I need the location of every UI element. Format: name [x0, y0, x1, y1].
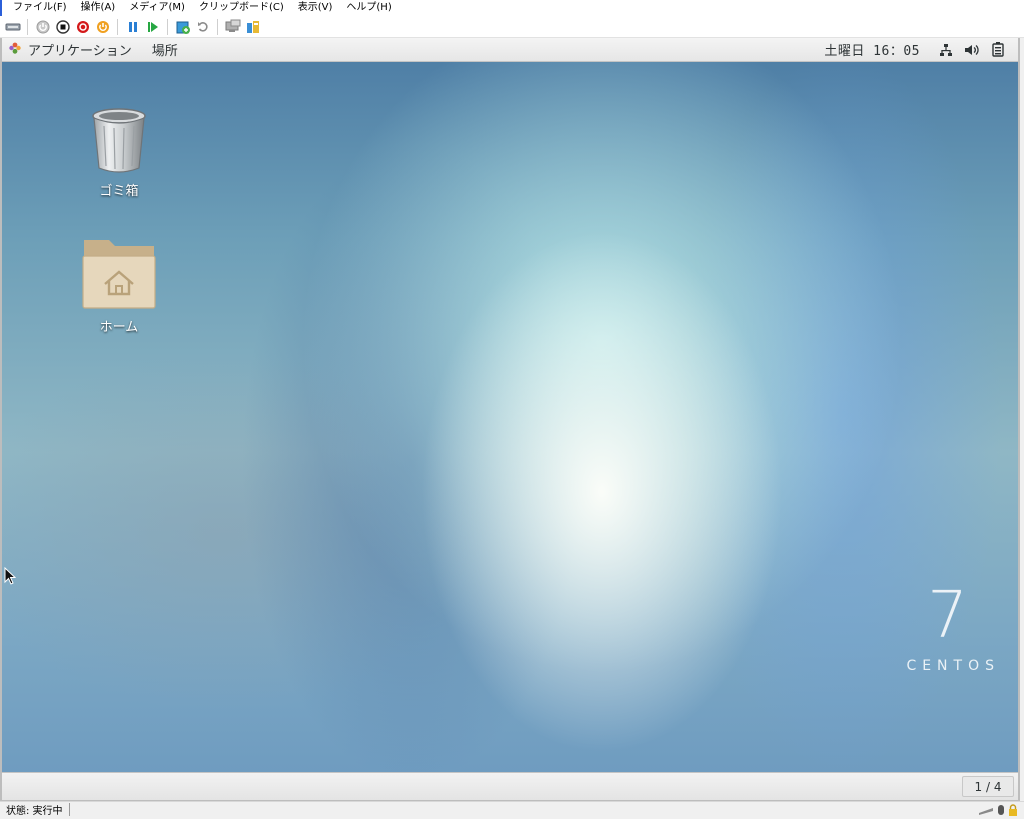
enhanced-session-icon[interactable] [224, 18, 241, 35]
home-folder-icon [81, 234, 157, 314]
ctrl-alt-del-icon[interactable] [4, 18, 21, 35]
share-icon[interactable] [244, 18, 261, 35]
home-item[interactable]: ホーム [69, 234, 169, 335]
turn-off-icon[interactable] [54, 18, 71, 35]
system-tray: 土曜日 16：05 [824, 40, 1018, 59]
vm-status: 状態: 実行中 [6, 806, 63, 817]
start-icon[interactable] [34, 18, 51, 35]
workspace-switcher[interactable]: 1 / 4 [962, 776, 1014, 797]
menu-view[interactable]: 表示(V) [291, 0, 340, 16]
brand-version: 7 [927, 579, 968, 653]
host-toolbar [0, 16, 1024, 38]
volume-icon[interactable] [964, 42, 980, 58]
status-separator [68, 803, 70, 816]
revert-icon[interactable] [194, 18, 211, 35]
centos-branding: 7 CENTOS [906, 584, 1000, 674]
trash-label: ゴミ箱 [99, 184, 139, 199]
clock[interactable]: 土曜日 16：05 [824, 40, 920, 59]
trash-item[interactable]: ゴミ箱 [69, 106, 169, 199]
brand-name: CENTOS [906, 658, 1000, 674]
resume-icon[interactable] [144, 18, 161, 35]
shut-down-icon[interactable] [74, 18, 91, 35]
menu-file[interactable]: ファイル(F) [6, 0, 74, 16]
gnome-foot-icon [8, 41, 22, 59]
window-accent [0, 0, 2, 16]
guest-bottom-panel: 1 / 4 [2, 772, 1018, 800]
network-icon[interactable] [938, 42, 954, 58]
keyboard-icon [978, 805, 994, 818]
menu-clipboard[interactable]: クリップボード(C) [192, 0, 291, 16]
menu-media[interactable]: メディア(M) [122, 0, 192, 16]
host-status-bar: 状態: 実行中 [0, 801, 1024, 817]
places-menu[interactable]: 場所 [152, 40, 178, 59]
desktop[interactable]: ゴミ箱 ホーム 7 CENTOS [2, 62, 1018, 772]
toolbar-separator [117, 18, 118, 35]
menu-help[interactable]: ヘルプ(H) [339, 0, 398, 16]
save-state-icon[interactable] [94, 18, 111, 35]
home-label: ホーム [99, 320, 139, 335]
checkpoint-icon[interactable] [174, 18, 191, 35]
mouse-pointer-icon [4, 566, 17, 589]
trash-icon [89, 106, 149, 178]
toolbar-separator [27, 18, 28, 35]
toolbar-separator [217, 18, 218, 35]
applications-label: アプリケーション [28, 44, 132, 59]
host-menubar: ファイル(F) 操作(A) メディア(M) クリップボード(C) 表示(V) ヘ… [0, 0, 1024, 16]
guest-top-panel: アプリケーション 場所 土曜日 16：05 [2, 38, 1018, 62]
pause-icon[interactable] [124, 18, 141, 35]
toolbar-separator [167, 18, 168, 35]
applications-menu[interactable]: アプリケーション [2, 40, 132, 59]
battery-icon[interactable] [990, 42, 1006, 58]
menu-action[interactable]: 操作(A) [74, 0, 123, 16]
